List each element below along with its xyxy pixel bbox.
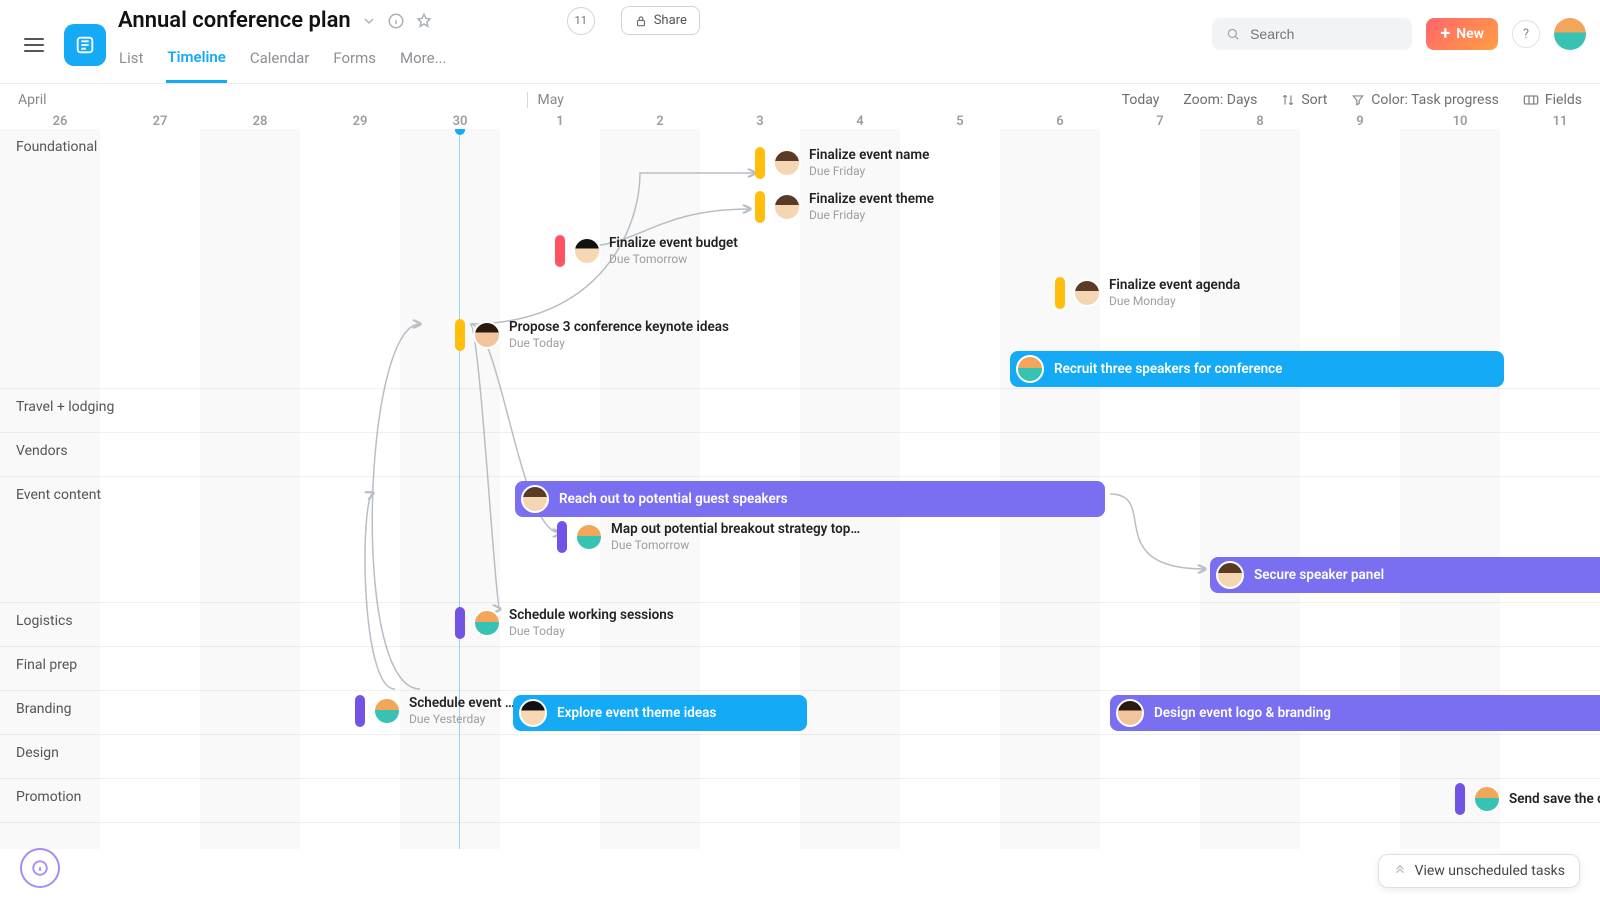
presence-stack[interactable]: 11: [473, 7, 595, 35]
tab-more[interactable]: More...: [399, 43, 447, 81]
chevron-up-icon: [1393, 864, 1407, 878]
task-bar[interactable]: Explore event theme ideas: [513, 695, 807, 731]
task-bar[interactable]: Design event logo & branding: [1110, 695, 1600, 731]
section-event-content: Event content Reach out to potential gue…: [0, 477, 1600, 603]
section-finalprep: Final prep: [0, 647, 1600, 691]
fields-icon: [1523, 94, 1539, 106]
tab-list[interactable]: List: [118, 43, 144, 81]
month-label: April: [18, 92, 47, 108]
section-promotion: Promotion Send save the da: [0, 779, 1600, 823]
section-branding: Branding Schedule event …Due Yesterday E…: [0, 691, 1600, 735]
search-input[interactable]: [1212, 18, 1412, 50]
task-bar[interactable]: Reach out to potential guest speakers: [515, 481, 1105, 517]
task[interactable]: Schedule event …Due Yesterday: [355, 695, 515, 727]
section-label[interactable]: Travel + lodging: [16, 399, 114, 415]
tab-calendar[interactable]: Calendar: [249, 43, 311, 81]
task-bar[interactable]: Secure speaker panel: [1210, 557, 1600, 593]
task[interactable]: Finalize event agendaDue Monday: [1055, 277, 1240, 309]
project-icon[interactable]: [64, 24, 106, 66]
task[interactable]: Map out potential breakout strategy top……: [557, 521, 860, 553]
star-icon[interactable]: [415, 12, 433, 30]
month-label: May: [527, 92, 564, 108]
new-button[interactable]: + New: [1426, 18, 1498, 50]
color-dropdown[interactable]: Color: Task progress: [1351, 92, 1499, 108]
timeline-header: April May Today Zoom: Days Sort Color: T…: [0, 84, 1600, 114]
sort-button[interactable]: Sort: [1281, 92, 1327, 108]
section-vendors: Vendors: [0, 433, 1600, 477]
section-label[interactable]: Design: [16, 745, 59, 761]
floating-info-button[interactable]: [20, 848, 60, 888]
today-button[interactable]: Today: [1122, 92, 1160, 108]
task[interactable]: Finalize event themeDue Friday: [755, 191, 934, 223]
section-label[interactable]: Logistics: [16, 613, 73, 629]
section-label[interactable]: Promotion: [16, 789, 81, 805]
tab-forms[interactable]: Forms: [332, 43, 377, 81]
chevron-down-icon[interactable]: [361, 13, 377, 29]
sort-icon: [1281, 93, 1295, 107]
tab-timeline[interactable]: Timeline: [166, 42, 226, 83]
task[interactable]: Propose 3 conference keynote ideasDue To…: [455, 319, 729, 351]
info-icon[interactable]: [387, 12, 405, 30]
section-foundational: Foundational Finalize event nameDue Frid…: [0, 129, 1600, 389]
avatar-me[interactable]: [1554, 18, 1586, 50]
unscheduled-button[interactable]: View unscheduled tasks: [1378, 854, 1580, 888]
lock-icon: [634, 14, 648, 28]
task[interactable]: Finalize event budgetDue Tomorrow: [555, 235, 738, 267]
presence-count[interactable]: 11: [567, 7, 595, 35]
timeline-body[interactable]: Foundational Finalize event nameDue Frid…: [0, 129, 1600, 849]
task-bar[interactable]: Recruit three speakers for conference: [1010, 351, 1504, 387]
filter-icon: [1351, 93, 1365, 107]
help-button[interactable]: ?: [1512, 20, 1540, 48]
task[interactable]: Finalize event nameDue Friday: [755, 147, 929, 179]
info-icon: [31, 859, 49, 877]
section-travel: Travel + lodging: [0, 389, 1600, 433]
section-design: Design: [0, 735, 1600, 779]
section-label[interactable]: Vendors: [16, 443, 68, 459]
zoom-dropdown[interactable]: Zoom: Days: [1183, 92, 1257, 108]
section-label[interactable]: Final prep: [16, 657, 77, 673]
menu-button[interactable]: [14, 28, 54, 62]
day-scale: 26272829301234567891011: [0, 114, 1600, 129]
task[interactable]: Send save the da: [1455, 783, 1600, 815]
task[interactable]: Schedule working sessionsDue Today: [455, 607, 674, 639]
share-label: Share: [654, 13, 687, 28]
topbar: Annual conference plan 11 Share List Tim…: [0, 0, 1600, 83]
section-label[interactable]: Event content: [16, 487, 101, 503]
section-label[interactable]: Foundational: [16, 139, 97, 155]
section-logistics: Logistics Schedule working sessionsDue T…: [0, 603, 1600, 647]
section-label[interactable]: Branding: [16, 701, 71, 717]
search-icon: [1226, 26, 1240, 42]
share-button[interactable]: Share: [621, 6, 700, 35]
fields-button[interactable]: Fields: [1523, 92, 1582, 108]
project-title[interactable]: Annual conference plan: [118, 8, 351, 33]
